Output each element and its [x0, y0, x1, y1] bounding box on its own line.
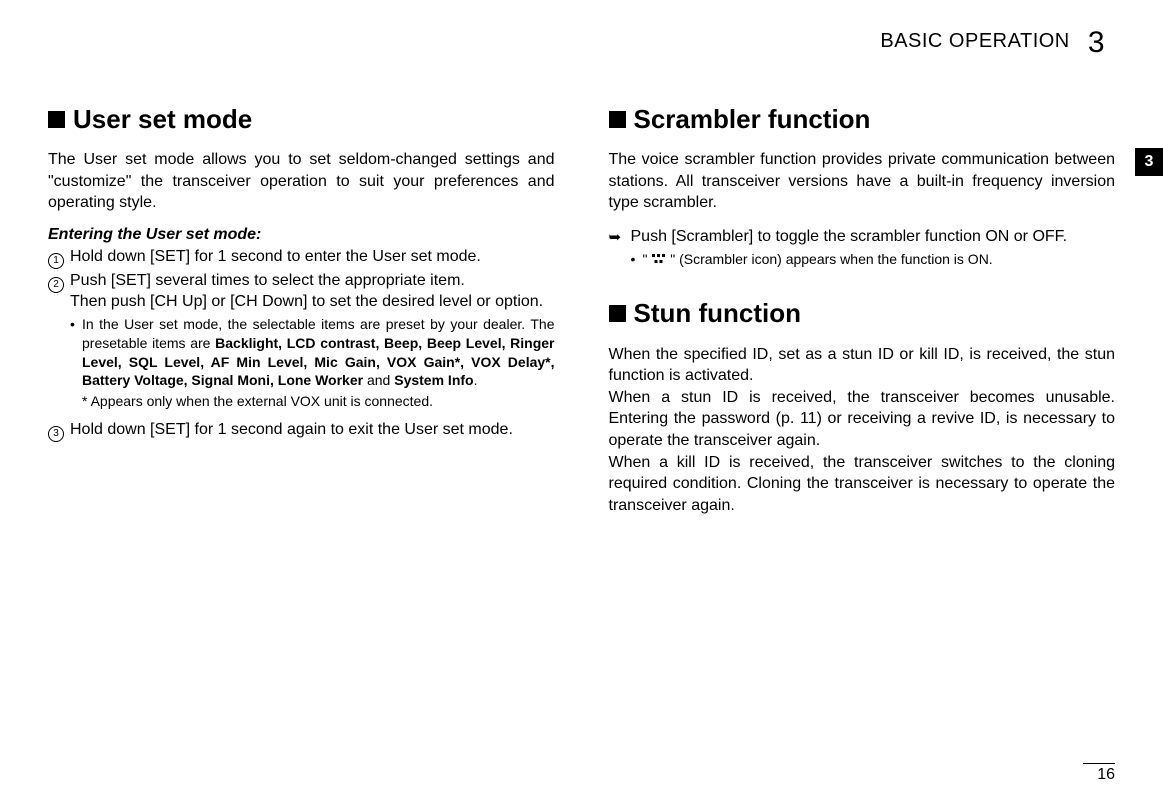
footer-rule: [1083, 763, 1115, 764]
heading-text: Stun function: [634, 298, 802, 328]
section-tab: 3: [1135, 148, 1163, 176]
scrambler-note: • " " (Scrambler icon) appears when the …: [631, 250, 1116, 269]
scrambler-icon: [652, 253, 665, 265]
content-columns: User set mode The User set mode allows y…: [48, 104, 1115, 528]
step-text: Hold down [SET] for 1 second to enter th…: [70, 246, 555, 268]
header-title: BASIC OPERATION: [880, 30, 1069, 53]
sub-note-text: " " (Scrambler icon) appears when the fu…: [643, 250, 1116, 269]
header-chapter-number: 3: [1088, 28, 1105, 58]
note-quote-close: " (Scrambler icon) appears when the func…: [666, 251, 992, 267]
note-bold-last: System Info: [394, 372, 473, 388]
square-bullet-icon: [48, 111, 65, 128]
bullet-icon: •: [631, 250, 643, 269]
step-2: 2 Push [SET] several times to select the…: [48, 270, 555, 313]
right-column: Scrambler function The voice scrambler f…: [609, 104, 1116, 528]
step-text: Hold down [SET] for 1 second again to ex…: [70, 419, 555, 441]
page-number: 16: [1083, 766, 1115, 784]
stun-p1: When the specified ID, set as a stun ID …: [609, 344, 1116, 387]
heading-stun: Stun function: [609, 298, 1116, 329]
bullet-icon: •: [70, 315, 82, 391]
arrow-icon: ➥: [609, 229, 622, 246]
note-and: and: [363, 372, 394, 388]
heading-scrambler: Scrambler function: [609, 104, 1116, 135]
sub-note-text: In the User set mode, the selectable ite…: [82, 315, 555, 391]
step-text-line1: Push [SET] several times to select the a…: [70, 272, 465, 289]
step-1: 1 Hold down [SET] for 1 second to enter …: [48, 246, 555, 268]
note-quote-open: ": [643, 251, 652, 267]
note-period: .: [474, 372, 478, 388]
stun-p3: When a kill ID is received, the transcei…: [609, 452, 1116, 517]
scrambler-intro: The voice scrambler function provides pr…: [609, 149, 1116, 214]
sub-note-1: • In the User set mode, the selectable i…: [70, 315, 555, 391]
circled-number-icon: 2: [48, 277, 64, 293]
sub-note-2: * Appears only when the external VOX uni…: [82, 392, 555, 411]
step-marker: 1: [48, 246, 70, 268]
subheading-entering: Entering the User set mode:: [48, 226, 555, 244]
circled-number-icon: 1: [48, 253, 64, 269]
step-text: Push [SET] several times to select the a…: [70, 270, 555, 313]
step-marker: 2: [48, 270, 70, 292]
intro-paragraph: The User set mode allows you to set seld…: [48, 149, 555, 214]
page: BASIC OPERATION 3 3 User set mode The Us…: [0, 0, 1163, 804]
square-bullet-icon: [609, 111, 626, 128]
step-marker: 3: [48, 419, 70, 441]
heading-user-set-mode: User set mode: [48, 104, 555, 135]
square-bullet-icon: [609, 305, 626, 322]
stun-section: Stun function When the specified ID, set…: [609, 298, 1116, 516]
stun-p2: When a stun ID is received, the transcei…: [609, 387, 1116, 452]
left-column: User set mode The User set mode allows y…: [48, 104, 555, 528]
circled-number-icon: 3: [48, 426, 64, 442]
page-header: BASIC OPERATION 3: [48, 26, 1115, 56]
step-text: Push [Scrambler] to toggle the scrambler…: [631, 226, 1116, 248]
heading-text: Scrambler function: [634, 104, 871, 134]
step-3: 3 Hold down [SET] for 1 second again to …: [48, 419, 555, 441]
page-footer: 16: [1083, 763, 1115, 784]
step-marker: ➥: [609, 226, 631, 248]
section-tab-number: 3: [1145, 153, 1154, 171]
heading-text: User set mode: [73, 104, 252, 134]
scrambler-step: ➥ Push [Scrambler] to toggle the scrambl…: [609, 226, 1116, 248]
step-text-line2: Then push [CH Up] or [CH Down] to set th…: [70, 293, 543, 310]
